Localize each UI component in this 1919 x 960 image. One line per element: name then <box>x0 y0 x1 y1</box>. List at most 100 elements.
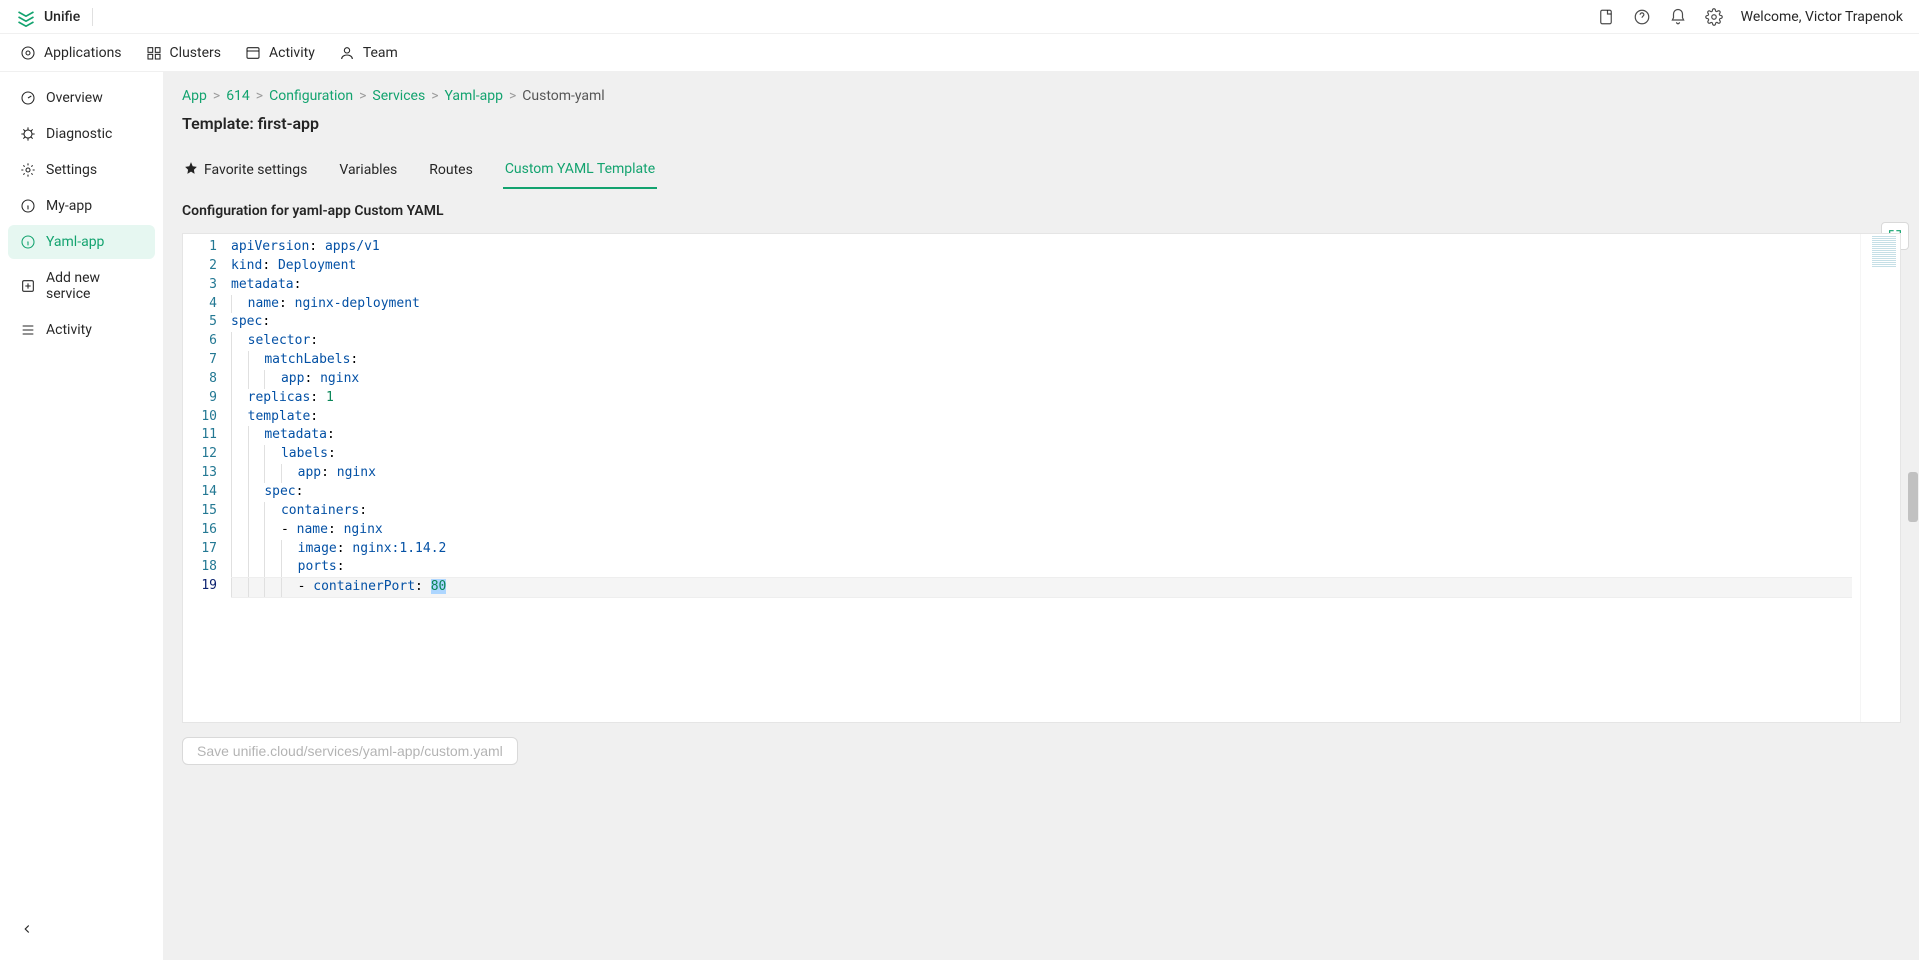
code-line[interactable]: labels: <box>231 445 1852 464</box>
topnav-activity[interactable]: Activity <box>233 34 327 71</box>
sidebar-item-settings[interactable]: Settings <box>8 153 155 187</box>
sidebar-item-diagnostic[interactable]: Diagnostic <box>8 117 155 151</box>
code-line[interactable]: spec: <box>231 483 1852 502</box>
topnav-team[interactable]: Team <box>327 34 410 71</box>
brand-logo[interactable]: Unifie <box>16 7 80 27</box>
tab-variables[interactable]: Variables <box>337 152 399 188</box>
topnav-applications[interactable]: Applications <box>8 34 134 71</box>
tab-bar: Favorite settings Variables Routes Custom Y… <box>182 151 1901 189</box>
sidebar-item-activity[interactable]: Activity <box>8 313 155 347</box>
bell-icon[interactable] <box>1669 8 1687 26</box>
minimap-content <box>1872 236 1896 268</box>
code-line[interactable]: image: nginx:1.14.2 <box>231 540 1852 559</box>
code-line[interactable]: kind: Deployment <box>231 257 1852 276</box>
tab-custom-yaml-template[interactable]: Custom YAML Template <box>503 151 657 189</box>
brand-name: Unifie <box>44 9 80 25</box>
breadcrumb-separator: > <box>359 88 366 104</box>
editor-minimap[interactable] <box>1860 234 1900 722</box>
breadcrumb-item[interactable]: 614 <box>226 88 250 104</box>
breadcrumb-item[interactable]: App <box>182 88 207 104</box>
breadcrumb-separator: > <box>509 88 516 104</box>
line-number: 5 <box>183 313 217 332</box>
code-line[interactable]: metadata: <box>231 426 1852 445</box>
code-line[interactable]: containers: <box>231 502 1852 521</box>
breadcrumb: App>614>Configuration>Services>Yaml-app>… <box>182 88 1901 104</box>
main-content: App>614>Configuration>Services>Yaml-app>… <box>164 72 1919 960</box>
code-line[interactable]: matchLabels: <box>231 351 1852 370</box>
tab-label: Custom YAML Template <box>505 161 655 177</box>
top-nav: Applications Clusters Activity Team <box>0 34 1919 72</box>
breadcrumb-item[interactable]: Services <box>372 88 425 104</box>
sidebar-collapse-button[interactable] <box>4 910 159 952</box>
line-number: 15 <box>183 502 217 521</box>
welcome-user[interactable]: Welcome, Victor Trapenok <box>1741 9 1903 25</box>
line-number: 7 <box>183 351 217 370</box>
sidebar-item-overview[interactable]: Overview <box>8 81 155 115</box>
breadcrumb-item[interactable]: Yaml-app <box>445 88 503 104</box>
code-line[interactable]: selector: <box>231 332 1852 351</box>
code-line[interactable]: name: nginx-deployment <box>231 295 1852 314</box>
sidebar-item-label: Diagnostic <box>46 126 112 142</box>
main-scrollbar[interactable] <box>1905 72 1919 960</box>
sidebar-item-label: Yaml-app <box>46 234 104 250</box>
gear-icon[interactable] <box>1705 8 1723 26</box>
line-number: 9 <box>183 389 217 408</box>
topnav-label: Team <box>363 45 398 61</box>
tab-label: Routes <box>429 162 473 178</box>
editor-code[interactable]: apiVersion: apps/v1kind: Deploymentmetad… <box>223 234 1860 722</box>
breadcrumb-separator: > <box>213 88 220 104</box>
scrollbar-thumb[interactable] <box>1908 472 1918 522</box>
sidebar-item-label: Add new service <box>46 270 143 302</box>
section-title: Configuration for yaml-app Custom YAML <box>182 203 1901 219</box>
code-line[interactable]: ports: <box>231 558 1852 577</box>
save-button[interactable]: Save unifie.cloud/services/yaml-app/cust… <box>182 737 518 765</box>
footer: Save unifie.cloud/services/yaml-app/cust… <box>164 723 1919 779</box>
star-icon <box>184 161 198 179</box>
code-line[interactable]: - containerPort: 80 <box>231 577 1852 598</box>
code-line[interactable]: app: nginx <box>231 464 1852 483</box>
plus-square-icon <box>20 278 36 294</box>
info-icon <box>20 198 36 214</box>
code-line[interactable]: metadata: <box>231 276 1852 295</box>
page-icon[interactable] <box>1597 8 1615 26</box>
divider <box>92 8 93 26</box>
sidebar-item-yaml-app[interactable]: Yaml-app <box>8 225 155 259</box>
sidebar-item-add-new-service[interactable]: Add new service <box>8 261 155 311</box>
code-line[interactable]: app: nginx <box>231 370 1852 389</box>
sidebar-item-label: Overview <box>46 90 103 106</box>
code-line[interactable]: apiVersion: apps/v1 <box>231 238 1852 257</box>
topnav-label: Activity <box>269 45 315 61</box>
line-number: 10 <box>183 408 217 427</box>
line-number: 14 <box>183 483 217 502</box>
line-number: 18 <box>183 558 217 577</box>
line-number: 19 <box>183 577 217 596</box>
gear-icon <box>20 162 36 178</box>
line-number: 3 <box>183 276 217 295</box>
code-line[interactable]: replicas: 1 <box>231 389 1852 408</box>
unifie-logo-icon <box>16 7 36 27</box>
code-line[interactable]: - name: nginx <box>231 521 1852 540</box>
help-icon[interactable] <box>1633 8 1651 26</box>
chevron-left-icon <box>20 922 34 936</box>
list-icon <box>20 322 36 338</box>
bug-icon <box>20 126 36 142</box>
gauge-icon <box>20 90 36 106</box>
tab-routes[interactable]: Routes <box>427 152 475 188</box>
breadcrumb-separator: > <box>431 88 438 104</box>
line-number: 4 <box>183 295 217 314</box>
topnav-clusters[interactable]: Clusters <box>134 34 233 71</box>
sidebar-item-my-app[interactable]: My-app <box>8 189 155 223</box>
code-editor[interactable]: 12345678910111213141516171819 apiVersion… <box>182 233 1901 723</box>
line-number: 17 <box>183 540 217 559</box>
line-number: 1 <box>183 238 217 257</box>
tab-favorite-settings[interactable]: Favorite settings <box>182 151 309 189</box>
welcome-prefix: Welcome, <box>1741 9 1805 25</box>
topnav-label: Clusters <box>170 45 221 61</box>
line-number: 8 <box>183 370 217 389</box>
sidebar-item-label: Settings <box>46 162 97 178</box>
code-line[interactable]: spec: <box>231 313 1852 332</box>
breadcrumb-item[interactable]: Configuration <box>269 88 353 104</box>
code-line[interactable]: template: <box>231 408 1852 427</box>
sidebar: Overview Diagnostic Settings My-app Yaml… <box>0 72 164 960</box>
topnav-label: Applications <box>44 45 122 61</box>
